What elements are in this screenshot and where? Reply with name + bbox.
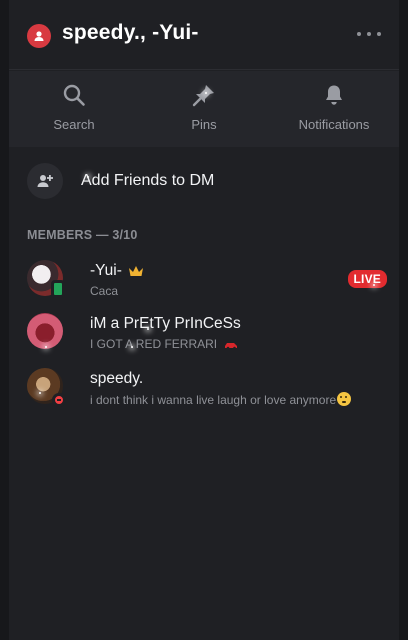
grimace-emoji-icon <box>337 392 352 406</box>
members-section-header: MEMBERS — 3/10 <box>27 228 138 242</box>
add-friend-icon <box>27 163 63 199</box>
member-status-text: i dont think i wanna live laugh or love … <box>90 393 337 407</box>
mobile-online-status-icon <box>51 280 65 298</box>
bell-icon <box>320 81 348 109</box>
member-row[interactable]: iM a PrEtTy PrInCeSs I GOT A RED FERRARI <box>27 313 387 353</box>
sparkle-decoration <box>45 346 47 348</box>
sparkle-decoration <box>39 392 41 394</box>
search-button[interactable]: Search <box>19 81 129 141</box>
notifications-label: Notifications <box>298 117 370 132</box>
search-icon <box>60 81 88 109</box>
avatar <box>27 313 63 349</box>
sparkle-decoration <box>373 284 375 286</box>
add-friends-label: Add Friends to DM <box>81 172 215 189</box>
pins-label: Pins <box>191 117 217 132</box>
dm-member-panel: speedy., -Yui- Search Pins Notifications… <box>9 0 399 640</box>
member-name: -Yui- <box>90 262 122 279</box>
sparkle-decoration <box>87 176 89 178</box>
sparkle-decoration <box>205 92 207 94</box>
member-name: iM a PrEtTy PrInCeSs <box>90 315 241 332</box>
notifications-button[interactable]: Notifications <box>279 81 389 141</box>
member-status-text: I GOT A RED FERRARI <box>90 337 218 351</box>
sparkle-decoration <box>131 346 133 348</box>
member-name: speedy. <box>90 370 144 387</box>
member-row[interactable]: -Yui- Caca LIVE <box>27 260 387 300</box>
add-friends-row[interactable]: Add Friends to DM <box>27 163 387 199</box>
pins-button[interactable]: Pins <box>149 81 259 141</box>
group-dm-icon <box>27 24 51 48</box>
pin-icon <box>190 81 218 109</box>
live-badge: LIVE <box>347 270 387 288</box>
action-bar: Search Pins Notifications <box>9 71 399 147</box>
search-label: Search <box>53 117 95 132</box>
member-row[interactable]: speedy. i dont think i wanna live laugh … <box>27 368 387 408</box>
header: speedy., -Yui- <box>9 0 399 70</box>
sparkle-decoration <box>147 328 149 330</box>
crown-icon <box>128 266 143 276</box>
do-not-disturb-status-icon <box>52 393 66 407</box>
more-options-icon[interactable] <box>357 28 381 40</box>
red-car-icon <box>225 343 238 349</box>
dm-title: speedy., -Yui- <box>62 21 199 44</box>
member-status-text: Caca <box>90 284 119 298</box>
